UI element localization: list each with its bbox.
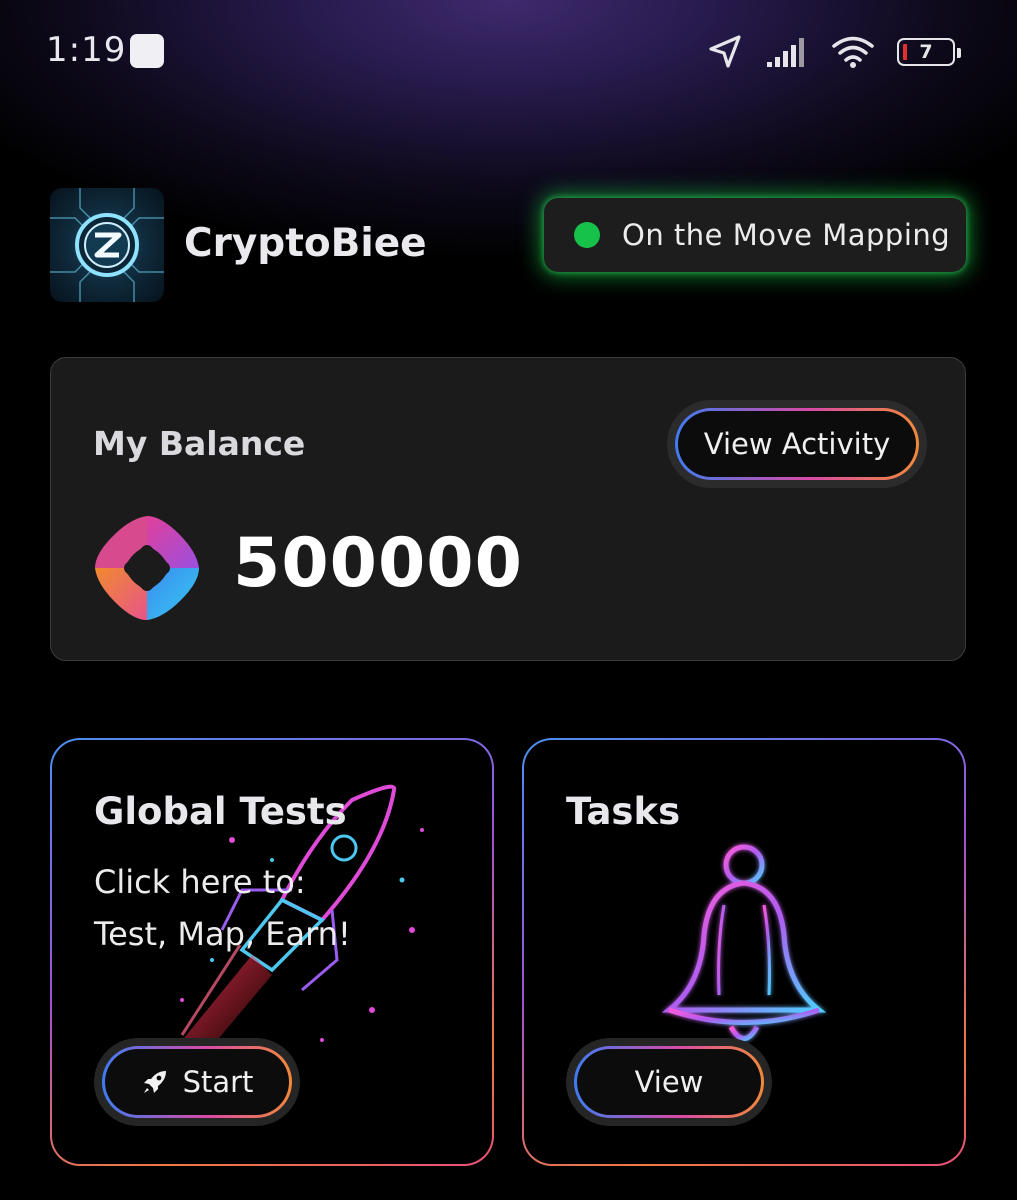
status-time: 1:19 (46, 30, 127, 70)
global-tests-description: Click here to: Test, Map, Earn! (94, 856, 351, 960)
status-bar: 1:19 7 (0, 0, 1017, 100)
global-tests-title: Global Tests (94, 790, 347, 833)
coin-logo-icon (95, 516, 199, 620)
cell-signal-icon (767, 38, 804, 67)
neon-bell-icon (661, 844, 827, 1041)
balance-value: 500000 (233, 524, 523, 603)
app-logo (50, 188, 164, 302)
notification-square-icon (130, 34, 164, 68)
location-arrow-icon (709, 35, 741, 68)
battery-fill (903, 44, 907, 60)
status-dot-icon (574, 222, 600, 248)
tasks-title: Tasks (566, 790, 681, 833)
start-label: Start (182, 1065, 254, 1099)
view-label: View (634, 1065, 704, 1099)
global-tests-card[interactable]: Global Tests Click here to: Test, Map, E… (50, 738, 494, 1166)
battery-icon: 7 (897, 38, 961, 66)
global-tests-line1: Click here to: (94, 863, 306, 901)
view-tasks-button[interactable]: View (566, 1038, 772, 1126)
status-icons: 7 (707, 30, 961, 74)
rocket-icon (143, 1071, 166, 1093)
start-button[interactable]: Start (94, 1038, 300, 1126)
app-name: CryptoBiee (184, 221, 427, 266)
wifi-icon (832, 36, 874, 68)
tasks-card[interactable]: Tasks View (522, 738, 966, 1166)
balance-title: My Balance (93, 424, 306, 463)
view-activity-label: View Activity (703, 427, 891, 461)
balance-card: My Balance View Activity 500000 (50, 357, 966, 661)
mapping-mode-label: On the Move Mapping (622, 218, 951, 252)
battery-level: 7 (919, 41, 933, 63)
global-tests-line2: Test, Map, Earn! (94, 915, 351, 953)
view-activity-button[interactable]: View Activity (667, 400, 927, 488)
mapping-mode-badge[interactable]: On the Move Mapping (544, 198, 966, 272)
